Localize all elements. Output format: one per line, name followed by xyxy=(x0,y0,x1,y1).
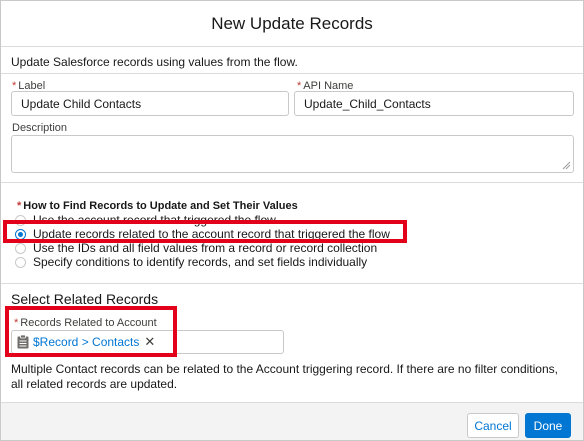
related-records-note: Multiple Contact records can be related … xyxy=(11,362,558,391)
done-button[interactable]: Done xyxy=(525,413,571,438)
radio-option-specify-conditions[interactable]: Specify conditions to identify records, … xyxy=(15,255,367,269)
required-mark: * xyxy=(17,200,22,212)
highlight-box-selected-option xyxy=(3,220,407,243)
api-name-input-value: Update_Child_Contacts xyxy=(304,96,431,111)
divider xyxy=(1,182,583,183)
cancel-button[interactable]: Cancel xyxy=(467,413,519,438)
new-update-records-modal: New Update Records Update Salesforce rec… xyxy=(0,0,584,441)
find-records-label: * How to Find Records to Update and Set T… xyxy=(17,200,298,212)
radio-option-record-ids[interactable]: Use the IDs and all field values from a … xyxy=(15,241,377,255)
radio-button[interactable] xyxy=(15,242,26,254)
modal-header: New Update Records xyxy=(1,1,583,47)
radio-option-label: Use the IDs and all field values from a … xyxy=(33,241,378,255)
label-input[interactable]: Update Child Contacts xyxy=(11,91,289,116)
description-textarea[interactable] xyxy=(11,135,574,173)
divider xyxy=(1,283,583,284)
api-name-input[interactable]: Update_Child_Contacts xyxy=(294,91,574,116)
modal-intro-text: Update Salesforce records using values f… xyxy=(11,55,298,69)
related-records-title: Select Related Records xyxy=(11,291,159,307)
radio-option-label: Specify conditions to identify records, … xyxy=(33,255,368,269)
modal-footer: Cancel Done xyxy=(1,402,583,440)
modal-title: New Update Records xyxy=(211,13,373,33)
highlight-box-related-records xyxy=(5,306,177,357)
divider xyxy=(1,73,583,74)
resize-grip-icon[interactable] xyxy=(562,161,571,170)
label-input-value: Update Child Contacts xyxy=(21,96,142,111)
radio-button[interactable] xyxy=(15,256,26,268)
description-field-label: Description xyxy=(12,122,68,134)
find-records-label-text: How to Find Records to Update and Set Th… xyxy=(23,200,298,212)
